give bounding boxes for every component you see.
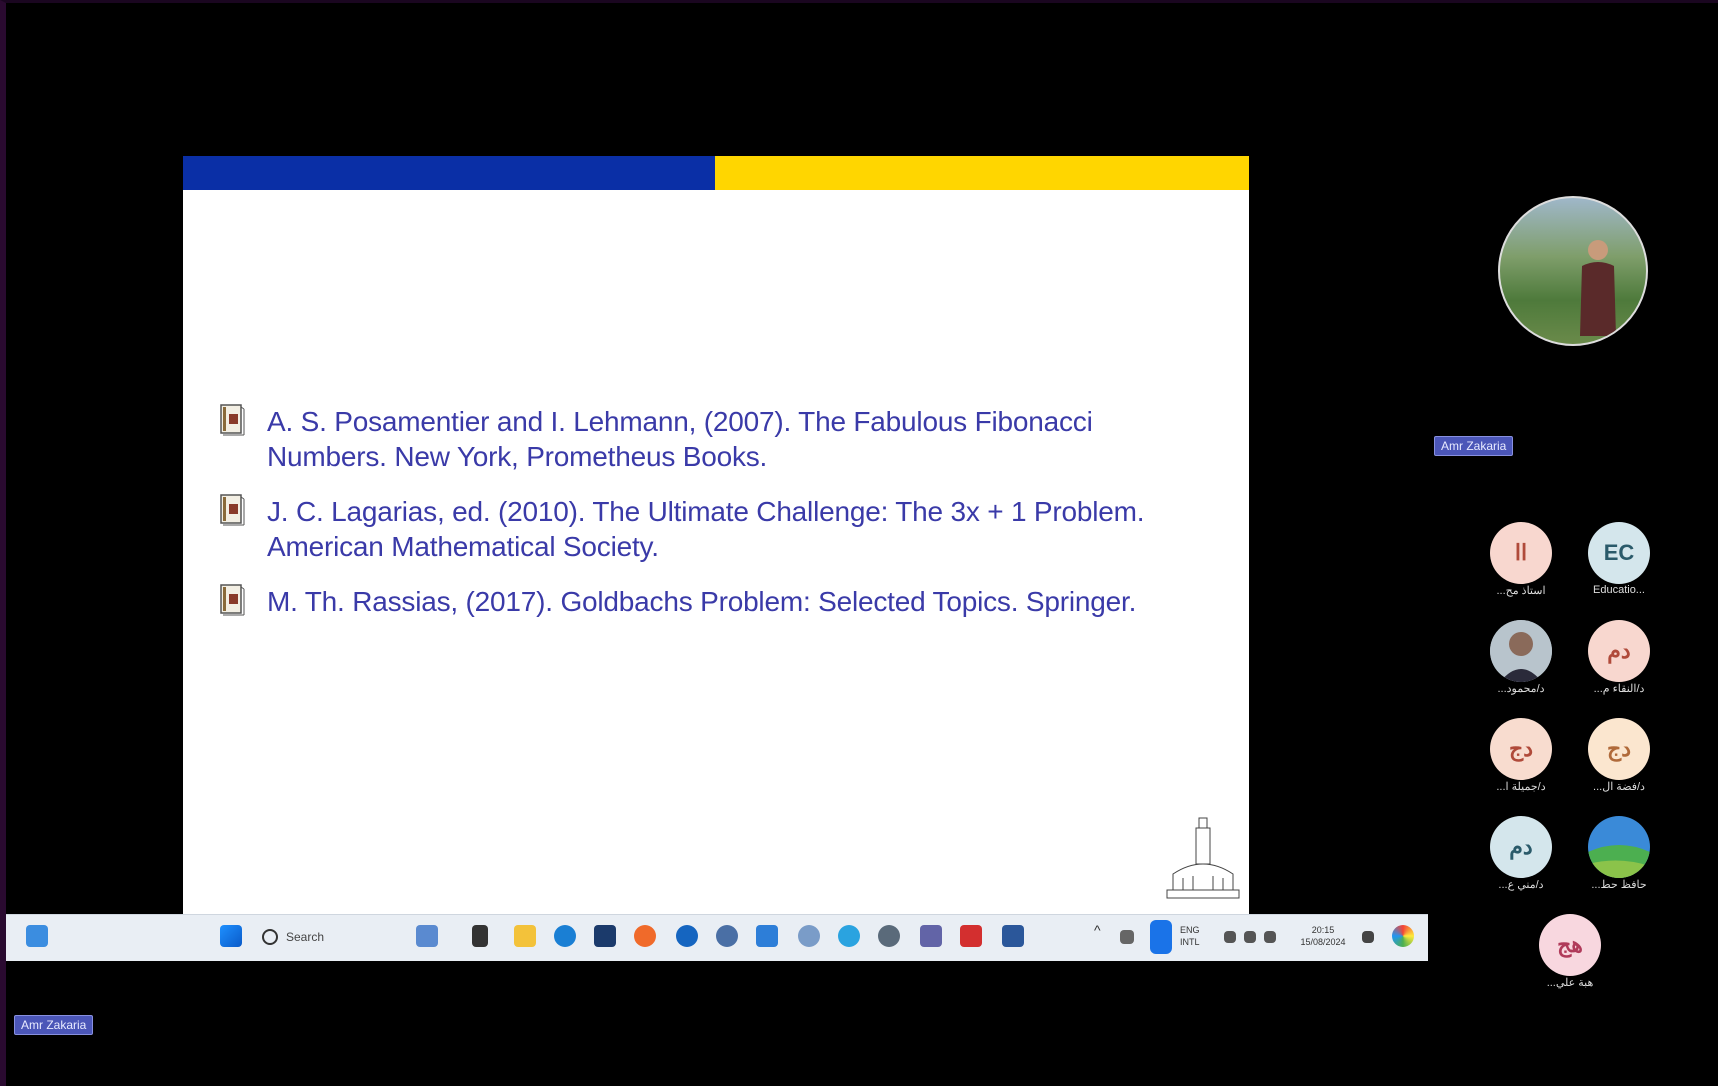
participant-name: ...حافظ حط [1591,879,1647,891]
edge-icon[interactable] [554,925,576,947]
participant-name: ...د/جميلة ا [1496,781,1546,793]
presenter-video-tile[interactable] [1498,196,1648,346]
copilot-tray-icon[interactable] [1392,925,1414,947]
reference-item: M. Th. Rassias, (2017). Goldbachs Proble… [219,584,1219,619]
book-icon [220,404,245,436]
university-logo [1166,817,1240,899]
clock-time: 20:15 [1311,925,1335,935]
participant-avatar[interactable]: دم [1588,620,1650,682]
app-icon[interactable] [756,925,778,947]
participant-name: ...د/فضة ال [1593,781,1645,793]
copilot-icon[interactable] [416,925,438,947]
slide-header-band-yellow [715,156,1249,190]
participant-name: ...د/محمود [1497,683,1545,695]
participant-avatar[interactable]: اا [1490,522,1552,584]
participant-avatar-photo[interactable] [1588,816,1650,878]
presenter-photo [1580,240,1616,336]
wifi-icon[interactable] [1224,931,1236,943]
participant-name: ...استاذ مح [1496,585,1546,597]
windows-start-icon[interactable] [220,925,242,947]
settings-icon[interactable] [878,925,900,947]
tray-app-icon[interactable] [1120,930,1134,944]
presenter-taskbar: Search ^ ENG INTL 20:15 15/08/2024 [6,914,1428,961]
participant-avatar[interactable]: دم [1490,816,1552,878]
slide-header-band-blue [183,156,715,190]
participant-name: Educatio... [1593,584,1645,596]
acrobat-icon[interactable] [960,925,982,947]
participant-name: ...هبة علي [1546,977,1594,989]
participant-name: ...د/النقاء م [1593,683,1645,695]
participant-avatar[interactable]: EC [1588,522,1650,584]
app-icon[interactable] [798,925,820,947]
book-icon [220,494,245,526]
reference-item: J. C. Lagarias, ed. (2010). The Ultimate… [219,494,1219,564]
search-icon [262,929,278,945]
taskbar-clock[interactable]: 20:15 15/08/2024 [1288,924,1358,948]
reference-text: M. Th. Rassias, (2017). Goldbachs Proble… [267,586,1137,617]
widgets-icon[interactable] [26,925,48,947]
word-icon[interactable] [1002,925,1024,947]
self-name-tag: Amr Zakaria [14,1015,94,1035]
task-view-icon[interactable] [472,925,488,947]
presenter-name-tag: Amr Zakaria [1434,436,1514,456]
file-explorer-icon[interactable] [514,925,536,947]
reference-text: J. C. Lagarias, ed. (2010). The Ultimate… [267,496,1145,562]
microphone-icon[interactable] [1150,920,1172,954]
taskbar-search[interactable]: Search [262,924,412,950]
notification-bell-icon[interactable] [1362,931,1374,943]
reference-list: A. S. Posamentier and I. Lehmann, (2007)… [219,404,1219,639]
app-icon[interactable] [716,925,738,947]
battery-icon[interactable] [1264,931,1276,943]
participant-avatar-photo[interactable] [1490,620,1552,682]
store-icon[interactable] [594,925,616,947]
participant-photo [1588,816,1650,878]
teams-icon[interactable] [920,925,942,947]
participant-photo [1490,620,1552,682]
firefox-icon[interactable] [634,925,656,947]
book-icon [220,584,245,616]
telegram-icon[interactable] [838,925,860,947]
chevron-up-icon[interactable]: ^ [1094,923,1101,937]
reference-item: A. S. Posamentier and I. Lehmann, (2007)… [219,404,1219,474]
participant-avatar[interactable]: دج [1588,718,1650,780]
clock-date: 15/08/2024 [1300,937,1346,947]
reference-text: A. S. Posamentier and I. Lehmann, (2007)… [267,406,1093,472]
zoom-icon[interactable] [676,925,698,947]
volume-icon[interactable] [1244,931,1256,943]
participant-avatar[interactable]: هج [1539,914,1601,976]
language-indicator[interactable]: ENG INTL [1180,924,1200,948]
search-placeholder: Search [286,930,325,944]
participant-avatar[interactable]: دج [1490,718,1552,780]
participant-name: ...د/مني ع [1498,879,1544,891]
shared-slide: A. S. Posamentier and I. Lehmann, (2007)… [183,156,1249,916]
